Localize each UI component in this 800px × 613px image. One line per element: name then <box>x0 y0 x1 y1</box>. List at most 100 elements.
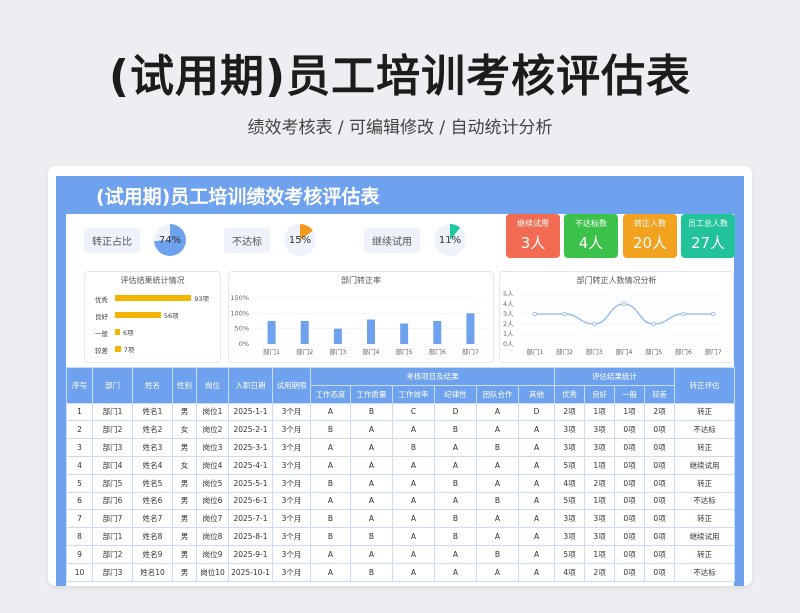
table-cell: 姓名7 <box>132 509 173 529</box>
table-cell: B <box>476 544 519 564</box>
table-cell: 部门2 <box>92 544 133 564</box>
table-cell: 5 <box>66 473 93 493</box>
table-cell: B <box>434 473 477 493</box>
x-tick-label: 部门3 <box>586 347 603 356</box>
table-cell: 1项 <box>584 491 616 511</box>
x-tick-label: 部门4 <box>362 347 379 356</box>
table-cell: B <box>350 527 393 546</box>
table-cell: A <box>310 402 351 422</box>
table-cell: 0项 <box>614 527 646 546</box>
table-cell: 1项 <box>584 402 616 422</box>
table-cell: 岗位3 <box>196 438 229 457</box>
value-label: 93项 <box>194 295 210 303</box>
page-title: (试用期)员工培训考核评估表 <box>108 51 692 102</box>
x-tick-label: 部门6 <box>429 347 446 356</box>
table-cell: A <box>517 491 556 511</box>
eval-chart-panel: 评估结果统计情况 优秀 93项 良好 56项 一般 6项 较差 7项 <box>84 271 221 363</box>
table-cell: 2项 <box>584 562 616 582</box>
y-tick-label: 50% <box>235 325 249 333</box>
table-cell: 岗位2 <box>196 420 229 440</box>
table-cell: 岗位1 <box>196 402 229 422</box>
table-cell: 岗位6 <box>196 491 229 511</box>
bar-row: 较差 7项 <box>85 343 220 355</box>
table-cell: 3项 <box>584 509 616 529</box>
header-item: 工作质量 <box>350 384 393 404</box>
table-cell: 2025-7-1 <box>228 509 273 529</box>
table-cell: 3项 <box>584 527 616 546</box>
table-cell: 4 <box>66 455 93 475</box>
table-cell: 1项 <box>614 402 646 422</box>
table-cell: 转正 <box>674 402 736 422</box>
table-cell: 姓名5 <box>132 473 173 493</box>
value-label: 6项 <box>122 329 134 337</box>
table-cell: A <box>517 420 556 440</box>
table-cell: 部门1 <box>92 527 133 546</box>
bar-row: 良好 56项 <box>85 309 220 321</box>
table-cell: 3个月 <box>272 491 311 511</box>
table-row: 2 部门2 姓名2 女岗位2 2025-2-1 3个月 B A A B A A 3项 3项 0项 0项 不达标 <box>66 420 736 440</box>
table-cell: 0项 <box>614 562 646 582</box>
table-cell: B <box>310 473 351 493</box>
table-cell: 2025-10-1 <box>228 562 273 582</box>
x-tick-label: 部门2 <box>296 347 313 356</box>
table-cell: 2项 <box>644 402 676 422</box>
table-cell: 2025-2-1 <box>228 420 273 440</box>
bar <box>115 346 121 352</box>
x-tick-label: 部门2 <box>556 347 573 356</box>
category-label: 良好 <box>95 313 108 321</box>
column-bar <box>300 321 309 344</box>
table-cell: 0项 <box>644 527 676 546</box>
table-cell: 0项 <box>644 455 676 475</box>
x-tick-label: 部门4 <box>615 347 632 356</box>
table-cell: 姓名1 <box>132 402 173 422</box>
table-cell: 2025-3-1 <box>228 438 273 457</box>
table-cell: 10 <box>66 562 93 582</box>
table-cell: 5项 <box>554 544 586 564</box>
table-cell: 0项 <box>614 438 646 457</box>
sheet-title: (试用期)员工培训绩效考核评估表 <box>96 186 380 208</box>
x-tick-label: 部门1 <box>526 347 543 356</box>
column-bar <box>267 321 276 344</box>
x-tick-label: 部门6 <box>675 347 692 356</box>
table-cell: 部门4 <box>92 455 133 475</box>
page-subtitle: 绩效考核表 / 可编辑修改 / 自动统计分析 <box>247 118 553 138</box>
table-cell: A <box>350 473 393 493</box>
data-point <box>621 301 627 307</box>
table-cell: 部门1 <box>92 402 133 422</box>
bar <box>115 312 161 318</box>
stat-label: 转正人数 <box>634 219 666 228</box>
sheet-body: 转正占比 74% 不达标 15% 继续试用 11% 继续试用 3人 不达标数 4… <box>66 214 736 586</box>
table-cell: 3个月 <box>272 473 311 493</box>
table-cell: 部门3 <box>92 438 133 457</box>
table-cell: B <box>434 420 477 440</box>
header-stat: 一般 <box>614 384 646 404</box>
header-result: 转正评估 <box>674 367 736 404</box>
header-post: 岗位 <box>196 367 229 404</box>
table-cell: A <box>476 473 519 493</box>
table-cell: B <box>434 527 477 546</box>
header-index: 序号 <box>66 367 93 404</box>
y-tick-label: 0人 <box>503 340 514 348</box>
table-cell: A <box>517 509 556 529</box>
table-cell: A <box>517 527 556 546</box>
header-stat: 良好 <box>584 384 616 404</box>
table-cell: 男 <box>172 509 197 529</box>
table-cell: 4项 <box>554 562 586 582</box>
table-cell: A <box>476 420 519 440</box>
header-item: 纪律性 <box>434 384 477 404</box>
kpi-ring: 74% <box>154 224 186 256</box>
header-stat: 较差 <box>644 384 676 404</box>
table-cell: B <box>392 438 435 457</box>
header-stats-group: 评估结果统计 <box>554 367 676 386</box>
table-cell: A <box>350 509 393 529</box>
data-point <box>591 321 597 327</box>
table-cell: 转正 <box>674 438 736 457</box>
table-cell: B <box>476 491 519 511</box>
table-cell: 部门2 <box>92 420 133 440</box>
table-cell: 部门7 <box>92 509 133 529</box>
table-cell: 3个月 <box>272 544 311 564</box>
data-point <box>562 311 567 317</box>
table-cell: A <box>392 491 435 511</box>
header-item: 其他 <box>517 384 556 404</box>
table-cell: A <box>350 420 393 440</box>
